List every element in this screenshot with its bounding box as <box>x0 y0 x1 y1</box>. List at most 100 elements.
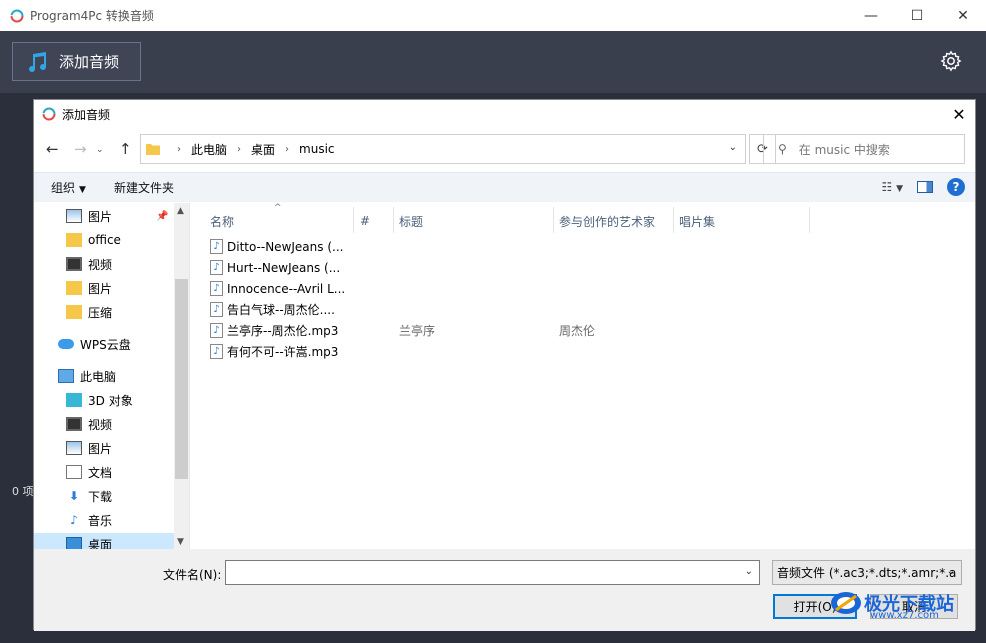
chevron-down-icon[interactable]: ⌄ <box>947 566 955 577</box>
nav-item-music[interactable]: ♪ 音乐 <box>66 509 112 531</box>
dialog-title: 添加音频 <box>62 107 111 122</box>
nav-item-pictures[interactable]: 图片 📌 <box>66 205 168 227</box>
gear-icon[interactable] <box>940 50 962 72</box>
breadcrumb-item[interactable]: 此电脑 <box>191 141 227 158</box>
column-divider[interactable] <box>809 207 810 233</box>
file-row[interactable]: ♪ Hurt--NewJeans (... <box>210 257 910 278</box>
column-divider[interactable] <box>673 207 674 233</box>
chevron-right-icon: › <box>177 143 181 155</box>
column-divider[interactable] <box>353 207 354 233</box>
file-name: 兰亭序--周杰伦.mp3 <box>227 324 339 338</box>
close-window-icon[interactable]: ✕ <box>940 0 986 31</box>
view-controls: ☷ ▼ ? <box>882 178 965 196</box>
nav-item-compressed[interactable]: 压缩 <box>66 301 112 323</box>
column-header-number[interactable]: # <box>360 209 370 233</box>
column-divider[interactable] <box>553 207 554 233</box>
scroll-down-icon[interactable]: ▼ <box>177 537 184 547</box>
breadcrumb-item[interactable]: 桌面 <box>251 141 275 158</box>
nav-item-3d-objects[interactable]: 3D 对象 <box>66 389 133 411</box>
nav-item-label: 文档 <box>88 465 113 480</box>
app-title: Program4Pc 转换音频 <box>30 9 154 23</box>
view-options-icon[interactable]: ☷ ▼ <box>882 180 904 194</box>
nav-item-label: 图片 <box>88 441 113 456</box>
file-name: Hurt--NewJeans (... <box>227 260 341 275</box>
nav-item-documents[interactable]: 文档 <box>66 461 112 483</box>
open-file-dialog: 添加音频 ✕ ← → ⌄ ↑ › 此电脑 › 桌面 › music ⌄ ⟳ ⚲ … <box>33 99 976 631</box>
chevron-right-icon: › <box>285 143 290 155</box>
help-icon[interactable]: ? <box>947 178 965 196</box>
file-row[interactable]: ♪ Innocence--Avril L... <box>210 278 910 299</box>
breadcrumb-item[interactable]: music <box>299 142 334 156</box>
file-row[interactable]: ♪ 兰亭序--周杰伦.mp3 兰亭序 周杰伦 <box>210 320 910 341</box>
nav-scrollbar[interactable]: ▲ ▼ <box>174 203 189 549</box>
column-divider[interactable] <box>393 207 394 233</box>
nav-item-desktop[interactable]: 桌面 <box>34 533 174 549</box>
new-folder-button[interactable]: 新建文件夹 <box>114 179 174 196</box>
folder-icon <box>66 233 82 247</box>
nav-item-pictures-folder[interactable]: 图片 <box>66 277 112 299</box>
recent-dropdown-icon[interactable]: ⌄ <box>96 145 104 155</box>
minimize-icon[interactable]: — <box>848 0 894 31</box>
nav-item-label: 图片 <box>88 209 113 224</box>
download-icon: ⬇ <box>68 489 80 503</box>
nav-item-this-pc[interactable]: 此电脑 <box>58 365 116 387</box>
nav-item-label: 音乐 <box>88 513 113 528</box>
nav-item-label: 压缩 <box>88 305 113 320</box>
chevron-down-icon[interactable]: ⌄ <box>729 142 737 153</box>
column-header-title[interactable]: 标题 <box>399 209 423 233</box>
nav-item-label: 此电脑 <box>80 369 117 384</box>
up-arrow-icon[interactable]: ↑ <box>119 140 132 158</box>
video-icon <box>66 257 82 271</box>
caret-down-icon: ▼ <box>79 185 86 195</box>
nav-item-label: 视频 <box>88 257 113 272</box>
nav-item-label: 图片 <box>88 281 113 296</box>
nav-item-label: 桌面 <box>88 537 113 550</box>
close-icon[interactable]: ✕ <box>949 104 969 124</box>
column-header-album[interactable]: 唱片集 <box>679 209 715 233</box>
file-row[interactable]: ♪ 有何不可--许嵩.mp3 <box>210 341 910 362</box>
file-row[interactable]: ♪ 告白气球--周杰伦.... <box>210 299 910 320</box>
forward-arrow-icon[interactable]: → <box>74 140 87 158</box>
preview-pane-icon[interactable] <box>917 181 933 193</box>
audio-file-icon: ♪ <box>210 260 223 275</box>
pin-icon[interactable]: 📌 <box>156 211 168 222</box>
address-bar[interactable]: › 此电脑 › 桌面 › music ⌄ <box>140 134 746 164</box>
organize-button[interactable]: 组织 ▼ <box>51 179 86 196</box>
app-logo-icon <box>10 9 24 22</box>
scrollbar-thumb[interactable] <box>175 279 188 479</box>
file-title: 兰亭序 <box>399 324 436 338</box>
add-audio-label: 添加音频 <box>59 53 120 71</box>
audio-file-icon: ♪ <box>210 281 223 296</box>
folder-icon <box>66 281 82 295</box>
nav-item-office[interactable]: office <box>66 229 121 251</box>
nav-item-downloads[interactable]: ⬇ 下载 <box>66 485 112 507</box>
nav-item-label: WPS云盘 <box>80 337 131 352</box>
nav-item-pictures-lib[interactable]: 图片 <box>66 437 112 459</box>
nav-item-wps-cloud[interactable]: WPS云盘 <box>58 333 131 355</box>
scroll-up-icon[interactable]: ▲ <box>177 206 184 216</box>
watermark-logo: 极光下载站 www.xz7.com <box>828 588 954 621</box>
file-list: ^ 名称 # 标题 参与创作的艺术家 唱片集 ♪ Ditto--NewJeans… <box>190 203 976 549</box>
column-header-artist[interactable]: 参与创作的艺术家 <box>559 209 655 233</box>
search-icon: ⚲ <box>778 142 787 156</box>
nav-item-videos[interactable]: 视频 <box>66 413 112 435</box>
watermark-logo-icon <box>831 592 861 614</box>
video-icon <box>66 417 82 431</box>
add-audio-button[interactable]: 添加音频 <box>12 42 141 81</box>
file-row[interactable]: ♪ Ditto--NewJeans (... <box>210 236 910 257</box>
audio-file-icon: ♪ <box>210 323 223 338</box>
chevron-down-icon[interactable]: ⌄ <box>745 566 753 577</box>
column-header-name[interactable]: 名称 <box>210 209 234 233</box>
nav-item-video[interactable]: 视频 <box>66 253 112 275</box>
document-icon <box>66 465 82 479</box>
maximize-icon[interactable]: ☐ <box>894 0 940 31</box>
filename-input[interactable]: ⌄ <box>225 560 760 585</box>
file-name: 有何不可--许嵩.mp3 <box>227 345 339 359</box>
back-arrow-icon[interactable]: ← <box>46 140 59 158</box>
pictures-icon <box>66 209 82 223</box>
item-count: 0 项 <box>12 485 34 498</box>
pictures-icon <box>66 441 82 455</box>
desktop-icon <box>66 537 82 549</box>
search-input[interactable]: ⚲ 在 music 中搜索 <box>763 134 965 164</box>
file-type-select[interactable]: 音频文件 (*.ac3;*.dts;*.amr;*.a ⌄ <box>772 560 962 585</box>
